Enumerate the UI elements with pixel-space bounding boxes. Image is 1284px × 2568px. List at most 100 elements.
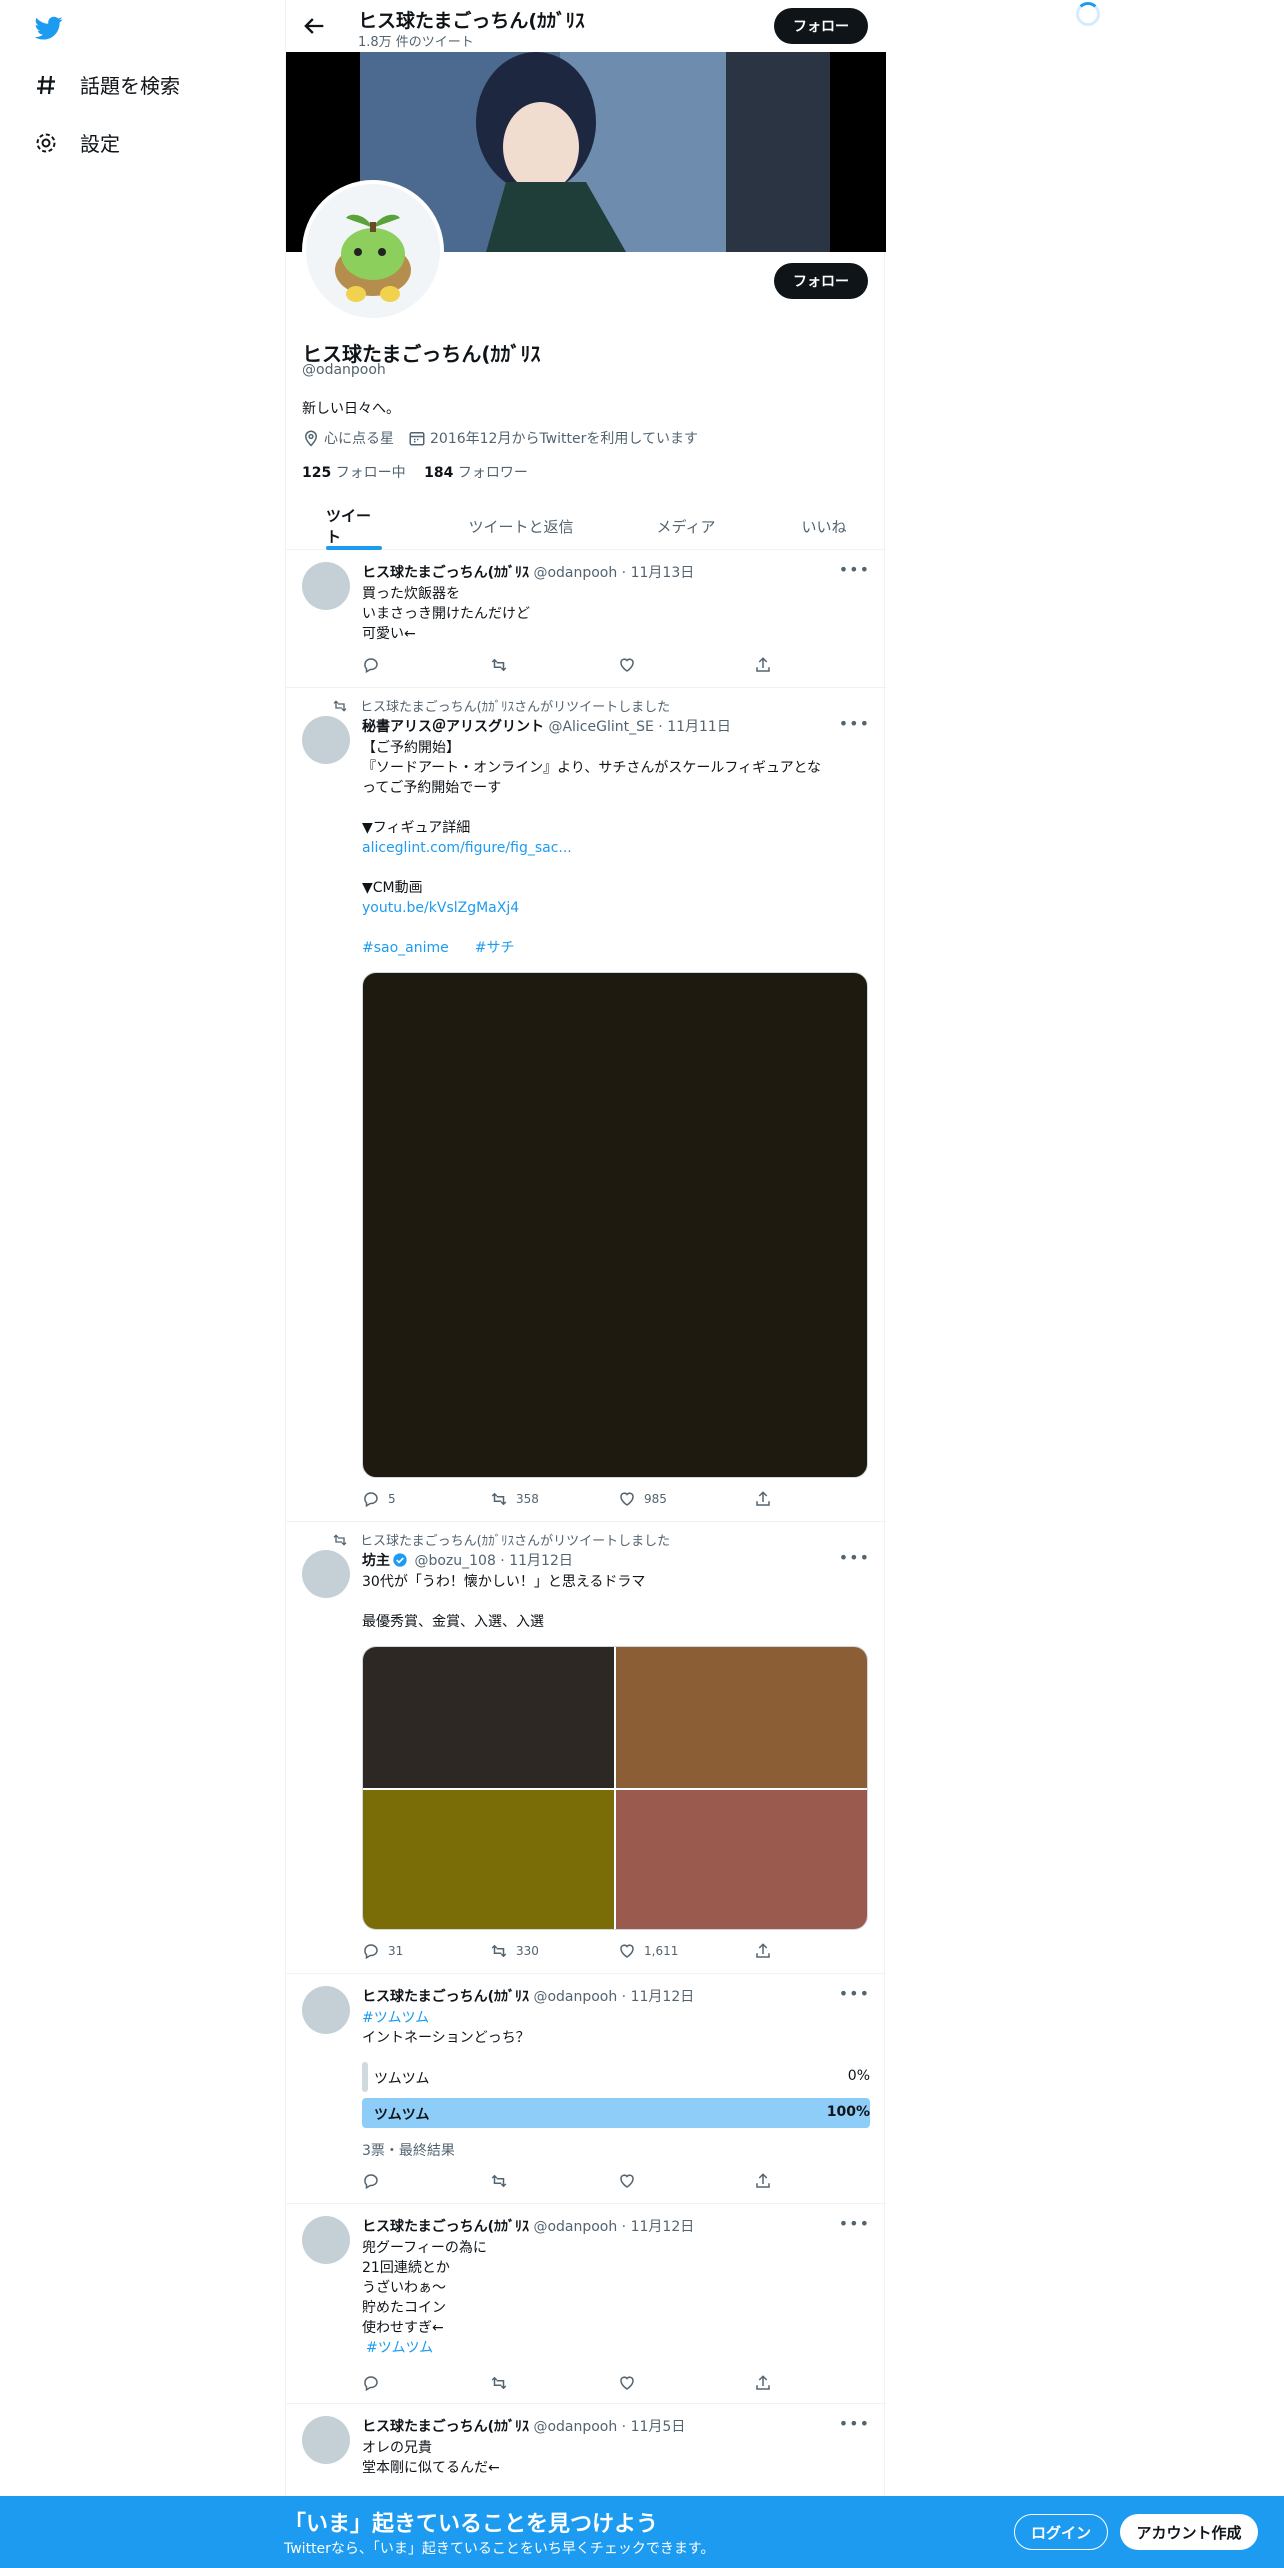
- like-button[interactable]: 985: [618, 1490, 667, 1508]
- tweet-author-name[interactable]: ヒス球たまごっちん(ｶｶﾞﾘｽ: [362, 1989, 529, 2005]
- share-button[interactable]: [754, 656, 780, 674]
- twitter-bird-icon[interactable]: [32, 14, 66, 42]
- tab-likes[interactable]: いいね: [794, 502, 854, 550]
- tweet-link[interactable]: youtu.be/kVslZgMaXj4: [362, 898, 870, 918]
- retweeted-by-text[interactable]: ヒス球たまごっちん(ｶｶﾞﾘｽさんがリツイートしました: [360, 1530, 670, 1549]
- share-button[interactable]: [754, 1490, 780, 1508]
- tab-media[interactable]: メディア: [651, 502, 721, 550]
- profile-follow-button[interactable]: フォロー: [774, 263, 868, 299]
- share-button[interactable]: [754, 2172, 780, 2190]
- hashtag-link[interactable]: #sao_anime: [362, 940, 449, 956]
- share-icon: [756, 2375, 770, 2390]
- more-options-icon[interactable]: •••: [839, 714, 870, 733]
- hashtag-link[interactable]: #ツムツム: [362, 2338, 870, 2358]
- reply-button[interactable]: 5: [362, 1490, 396, 1508]
- signup-button[interactable]: アカウント作成: [1120, 2514, 1258, 2550]
- reply-icon: [364, 658, 378, 674]
- tab-tweets[interactable]: ツイート: [326, 502, 382, 550]
- tweet-author-name[interactable]: 秘書アリス＠アリスグリント: [362, 719, 544, 735]
- reply-button[interactable]: [362, 2374, 388, 2392]
- like-button[interactable]: [618, 2374, 644, 2392]
- tweet[interactable]: ヒス球たまごっちん(ｶｶﾞﾘｽさんがリツイートしました 坊主 @bozu_108…: [286, 1522, 886, 1974]
- header-tweet-count: 1.8万 件のツイート: [358, 35, 474, 50]
- sidebar-item-settings[interactable]: 設定: [32, 128, 120, 157]
- retweet-button[interactable]: 358: [490, 1490, 539, 1508]
- tweet-avatar[interactable]: [302, 562, 350, 610]
- tweet-line: イントネーションどっち？: [362, 2030, 530, 2046]
- tweet-date[interactable]: 11月13日: [631, 565, 695, 581]
- tweet-avatar[interactable]: [302, 2416, 350, 2464]
- poll-option: ツムツム 0%: [362, 2062, 870, 2092]
- tweet-link[interactable]: aliceglint.com/figure/fig_sac...: [362, 838, 870, 858]
- tweet-date[interactable]: 11月12日: [509, 1553, 573, 1569]
- retweet-button[interactable]: [490, 656, 516, 674]
- tweet-author-handle[interactable]: @odanpooh: [533, 1989, 617, 2005]
- share-button[interactable]: [754, 1942, 780, 1960]
- tweet-author-handle[interactable]: @odanpooh: [533, 565, 617, 581]
- profile-handle: @odanpooh: [302, 362, 386, 378]
- tweet-date[interactable]: 11月5日: [631, 2419, 686, 2435]
- back-arrow-icon[interactable]: [300, 12, 328, 40]
- tab-tweets-replies[interactable]: ツイートと返信: [466, 502, 576, 550]
- tweet-avatar[interactable]: [302, 1986, 350, 2034]
- tweet[interactable]: ヒス球たまごっちん(ｶｶﾞﾘｽ @odanpooh · 11月12日 ••• 兜…: [286, 2204, 886, 2404]
- tweet-avatar[interactable]: [302, 2216, 350, 2264]
- retweet-button[interactable]: 330: [490, 1942, 539, 1960]
- tweet-header: ヒス球たまごっちん(ｶｶﾞﾘｽ @odanpooh · 11月12日: [362, 2219, 695, 2235]
- tweet-date[interactable]: 11月12日: [631, 2219, 695, 2235]
- more-options-icon[interactable]: •••: [839, 560, 870, 579]
- reply-button[interactable]: 31: [362, 1942, 403, 1960]
- sidebar-item-explore[interactable]: 話題を検索: [32, 70, 180, 99]
- login-button[interactable]: ログイン: [1014, 2514, 1108, 2550]
- tweet-author-name[interactable]: ヒス球たまごっちん(ｶｶﾞﾘｽ: [362, 2419, 529, 2435]
- bottom-bar-title: 「いま」起きていることを見つけよう: [284, 2512, 659, 2537]
- tweet-author-handle[interactable]: @odanpooh: [533, 2219, 617, 2235]
- profile-avatar[interactable]: [302, 180, 444, 322]
- tweet-text: 【ご予約開始】 『ソードアート・オンライン』より、サチさんがスケールフィギュアと…: [362, 738, 870, 958]
- hashtag-link[interactable]: #ツムツム: [362, 2008, 870, 2028]
- tweet-author-name[interactable]: 坊主: [362, 1553, 390, 1569]
- more-options-icon[interactable]: •••: [839, 1548, 870, 1567]
- tweet[interactable]: ヒス球たまごっちん(ｶｶﾞﾘｽさんがリツイートしました 秘書アリス＠アリスグリン…: [286, 688, 886, 1522]
- media-image-4[interactable]: [616, 1790, 867, 1929]
- more-options-icon[interactable]: •••: [839, 2414, 870, 2433]
- tweet[interactable]: ヒス球たまごっちん(ｶｶﾞﾘｽ @odanpooh · 11月5日 ••• オレ…: [286, 2404, 886, 2496]
- heart-icon: [620, 1492, 634, 1506]
- tweet-author-handle[interactable]: @odanpooh: [533, 2419, 617, 2435]
- tweet-author-name[interactable]: ヒス球たまごっちん(ｶｶﾞﾘｽ: [362, 565, 529, 581]
- hashtag-link[interactable]: #サチ: [475, 940, 515, 956]
- tweet-date[interactable]: 11月11日: [667, 719, 731, 735]
- reply-button[interactable]: [362, 656, 388, 674]
- like-button[interactable]: 1,611: [618, 1942, 678, 1960]
- like-button[interactable]: [618, 2172, 644, 2190]
- media-image-2[interactable]: [616, 1647, 867, 1788]
- share-button[interactable]: [754, 2374, 780, 2392]
- tweet-avatar[interactable]: [302, 716, 350, 764]
- tweet-header: 坊主 @bozu_108 · 11月12日: [362, 1553, 573, 1569]
- like-count: 1,611: [644, 1944, 679, 1958]
- tweet-author-handle[interactable]: @bozu_108: [414, 1553, 495, 1569]
- tweet-avatar[interactable]: [302, 1550, 350, 1598]
- tweet[interactable]: ヒス球たまごっちん(ｶｶﾞﾘｽ @odanpooh · 11月13日 ••• 買…: [286, 550, 886, 688]
- followers-link[interactable]: 184 フォロワー: [424, 465, 528, 481]
- more-options-icon[interactable]: •••: [839, 2214, 870, 2233]
- more-options-icon[interactable]: •••: [839, 1984, 870, 2003]
- tweet-date[interactable]: 11月12日: [631, 1989, 695, 2005]
- tweet-author-handle[interactable]: @AliceGlint_SE: [548, 719, 653, 735]
- retweet-button[interactable]: [490, 2374, 516, 2392]
- like-button[interactable]: [618, 656, 644, 674]
- header-follow-button[interactable]: フォロー: [774, 8, 868, 44]
- followers-count: 184: [424, 465, 454, 481]
- media-image-3[interactable]: [363, 1790, 614, 1929]
- reply-button[interactable]: [362, 2172, 388, 2190]
- retweet-button[interactable]: [490, 2172, 516, 2190]
- retweeted-by-text[interactable]: ヒス球たまごっちん(ｶｶﾞﾘｽさんがリツイートしました: [360, 696, 670, 715]
- tweet-actions: [362, 656, 782, 676]
- following-link[interactable]: 125 フォロー中: [302, 465, 406, 481]
- gear-icon: [32, 129, 60, 157]
- media-image-1[interactable]: [363, 1647, 614, 1788]
- tweet-media-image[interactable]: [362, 972, 868, 1478]
- tweet[interactable]: ヒス球たまごっちん(ｶｶﾞﾘｽ @odanpooh · 11月12日 ••• #…: [286, 1974, 886, 2204]
- tweet-author-name[interactable]: ヒス球たまごっちん(ｶｶﾞﾘｽ: [362, 2219, 529, 2235]
